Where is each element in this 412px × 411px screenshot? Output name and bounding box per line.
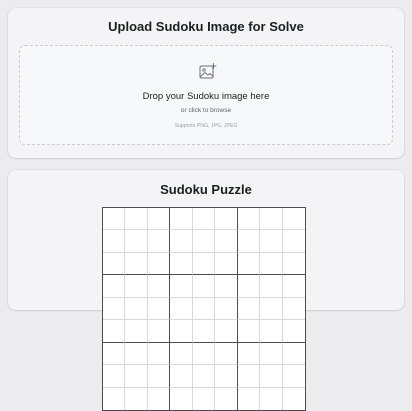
- sudoku-cell[interactable]: [125, 252, 148, 276]
- sudoku-cell[interactable]: [215, 230, 238, 253]
- sudoku-cell[interactable]: [147, 275, 171, 298]
- sudoku-cell[interactable]: [282, 208, 305, 231]
- sudoku-cell[interactable]: [170, 230, 193, 253]
- sudoku-cell[interactable]: [170, 275, 193, 298]
- sudoku-cell[interactable]: [237, 297, 261, 321]
- sudoku-cell[interactable]: [237, 252, 261, 276]
- sudoku-cell[interactable]: [170, 208, 193, 231]
- sudoku-cell[interactable]: [192, 320, 216, 343]
- sudoku-cell[interactable]: [238, 387, 261, 410]
- image-dropzone[interactable]: Drop your Sudoku image here or click to …: [19, 45, 393, 145]
- sudoku-cell[interactable]: [147, 252, 171, 276]
- sudoku-cell[interactable]: [215, 252, 238, 276]
- sudoku-cell[interactable]: [192, 275, 216, 298]
- sudoku-cell[interactable]: [125, 230, 148, 253]
- sudoku-cell[interactable]: [103, 387, 126, 410]
- sudoku-cell[interactable]: [260, 230, 283, 253]
- sudoku-cell[interactable]: [282, 230, 305, 253]
- sudoku-cell[interactable]: [260, 275, 283, 298]
- sudoku-cell[interactable]: [147, 297, 171, 321]
- sudoku-cell[interactable]: [260, 320, 283, 343]
- sudoku-cell[interactable]: [125, 320, 148, 343]
- sudoku-cell[interactable]: [170, 297, 193, 321]
- puzzle-title: Sudoku Puzzle: [160, 182, 252, 197]
- sudoku-cell[interactable]: [282, 320, 305, 343]
- sudoku-cell[interactable]: [103, 230, 126, 253]
- sudoku-cell[interactable]: [192, 342, 216, 366]
- sudoku-cell[interactable]: [103, 252, 126, 276]
- sudoku-cell[interactable]: [125, 387, 148, 410]
- sudoku-cell[interactable]: [193, 387, 216, 410]
- sudoku-cell[interactable]: [282, 298, 305, 321]
- sudoku-cell[interactable]: [192, 230, 216, 253]
- sudoku-cell[interactable]: [260, 342, 283, 366]
- sudoku-cell[interactable]: [215, 387, 238, 410]
- image-add-icon: [199, 63, 217, 79]
- sudoku-cell[interactable]: [125, 297, 148, 321]
- sudoku-cell[interactable]: [215, 297, 238, 321]
- sudoku-cell[interactable]: [147, 208, 171, 231]
- sudoku-cell[interactable]: [237, 230, 261, 253]
- sudoku-cell[interactable]: [125, 275, 148, 298]
- sudoku-cell[interactable]: [192, 297, 216, 321]
- sudoku-cell[interactable]: [125, 342, 148, 366]
- sudoku-cell[interactable]: [260, 208, 283, 231]
- sudoku-cell[interactable]: [170, 387, 193, 410]
- sudoku-cell[interactable]: [283, 388, 305, 410]
- sudoku-cell[interactable]: [260, 297, 283, 321]
- puzzle-card: Sudoku Puzzle: [8, 170, 404, 411]
- sudoku-cell[interactable]: [237, 275, 261, 298]
- sudoku-cell[interactable]: [282, 253, 305, 276]
- sudoku-cell[interactable]: [237, 342, 261, 366]
- sudoku-cell[interactable]: [148, 387, 171, 410]
- sudoku-cell[interactable]: [215, 320, 238, 343]
- sudoku-cell[interactable]: [260, 387, 283, 410]
- supported-formats: Supports PNG, JPG, JPEG: [174, 123, 238, 129]
- sudoku-cell[interactable]: [103, 275, 126, 298]
- sudoku-cell[interactable]: [170, 320, 193, 343]
- sudoku-cell[interactable]: [260, 365, 283, 388]
- sudoku-cell[interactable]: [125, 208, 148, 231]
- sudoku-cell[interactable]: [147, 320, 171, 343]
- upload-card: Upload Sudoku Image for Solve Drop your …: [8, 8, 404, 158]
- sudoku-cell[interactable]: [192, 365, 216, 388]
- sudoku-cell[interactable]: [103, 208, 126, 231]
- sudoku-cell[interactable]: [215, 342, 238, 366]
- sudoku-cell[interactable]: [103, 320, 126, 343]
- sudoku-cell[interactable]: [147, 365, 171, 388]
- sudoku-cell[interactable]: [192, 252, 216, 276]
- sudoku-cell[interactable]: [125, 365, 148, 388]
- sudoku-cell[interactable]: [237, 365, 261, 388]
- sudoku-cell[interactable]: [192, 208, 216, 231]
- sudoku-cell[interactable]: [237, 320, 261, 343]
- sudoku-cell[interactable]: [170, 342, 193, 366]
- sudoku-cell[interactable]: [215, 208, 238, 231]
- sudoku-cell[interactable]: [282, 343, 305, 366]
- sudoku-cell[interactable]: [215, 365, 238, 388]
- sudoku-cell[interactable]: [147, 342, 171, 366]
- sudoku-cell[interactable]: [282, 365, 305, 388]
- sudoku-cell[interactable]: [170, 252, 193, 276]
- browse-link[interactable]: or click to browse: [20, 107, 392, 114]
- dropzone-title: Drop your Sudoku image here: [142, 91, 270, 102]
- sudoku-cell[interactable]: [237, 208, 261, 231]
- sudoku-cell[interactable]: [103, 297, 126, 321]
- sudoku-cell[interactable]: [103, 365, 126, 388]
- sudoku-cell[interactable]: [170, 365, 193, 388]
- sudoku-cell[interactable]: [103, 342, 126, 366]
- sudoku-grid: [102, 207, 306, 411]
- sudoku-cell[interactable]: [260, 252, 283, 276]
- sudoku-cell[interactable]: [215, 275, 238, 298]
- sudoku-cell[interactable]: [147, 230, 171, 253]
- upload-title: Upload Sudoku Image for Solve: [108, 19, 304, 34]
- sudoku-cell[interactable]: [282, 275, 305, 298]
